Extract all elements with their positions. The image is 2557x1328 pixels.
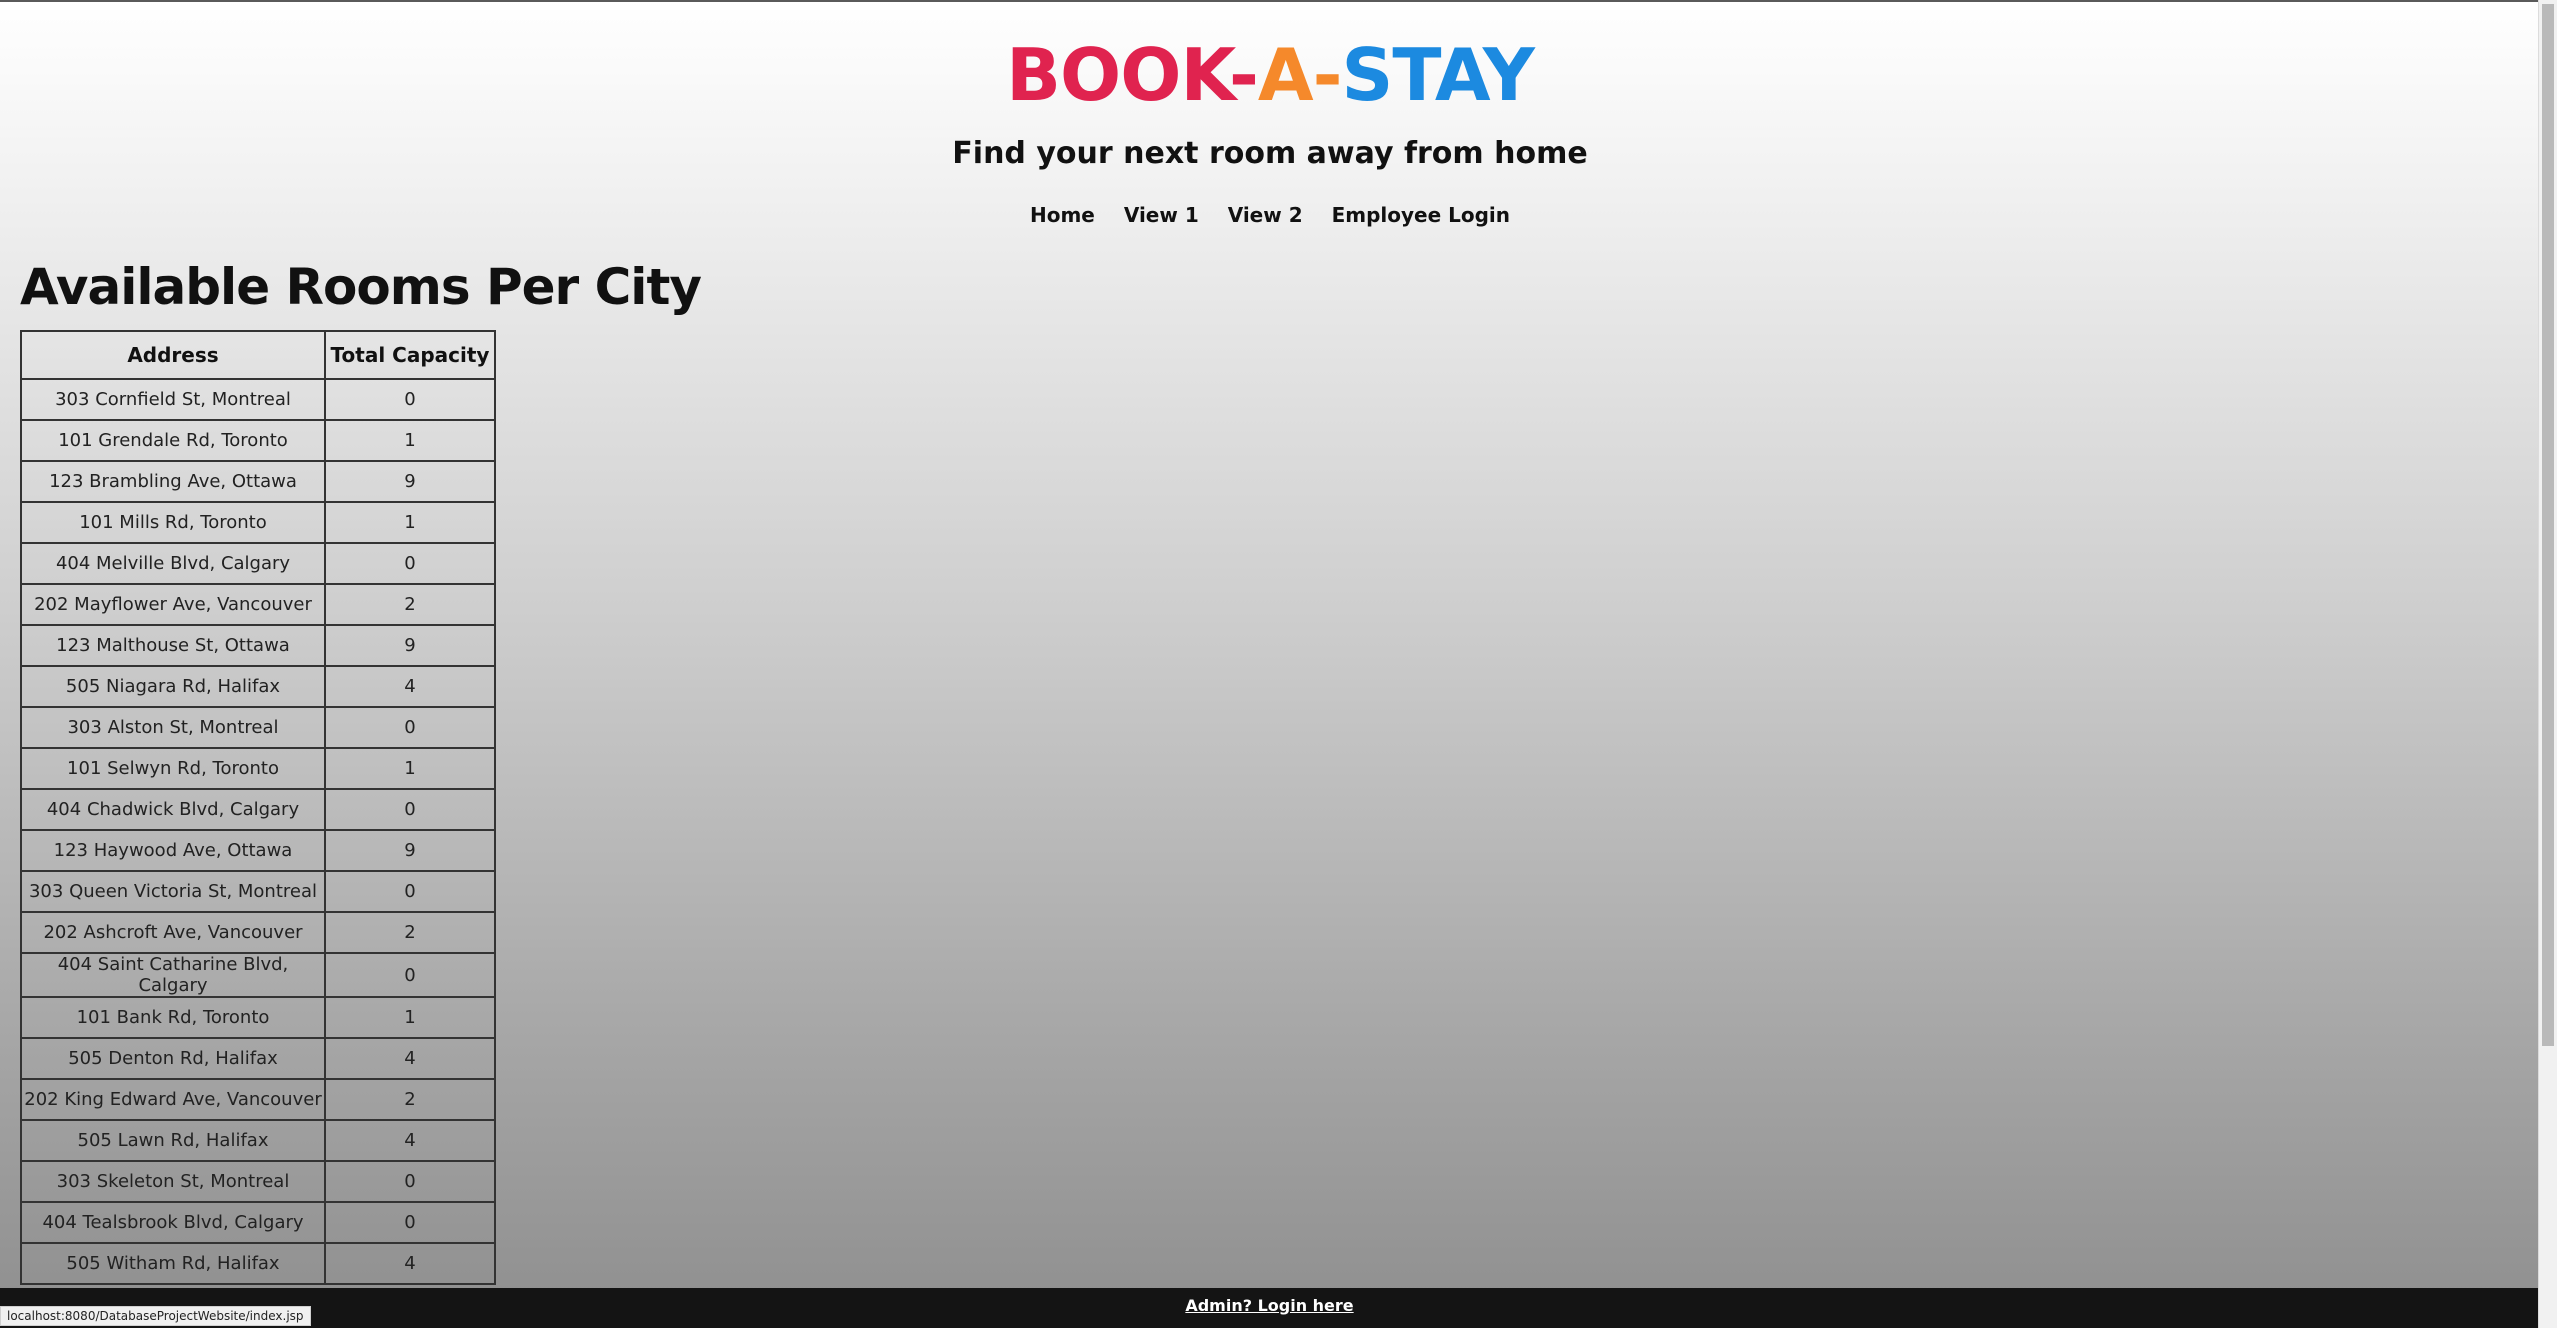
- cell-total-capacity: 0: [324, 788, 496, 831]
- cell-address: 404 Tealsbrook Blvd, Calgary: [20, 1201, 326, 1244]
- cell-total-capacity: 2: [324, 583, 496, 626]
- table-row: 123 Brambling Ave, Ottawa 9: [20, 460, 496, 503]
- tagline: Find your next room away from home: [952, 136, 1588, 171]
- page-title: Available Rooms Per City: [20, 258, 702, 316]
- table-row: 123 Haywood Ave, Ottawa 9: [20, 829, 496, 872]
- rooms-table: Address Total Capacity 303 Cornfield St,…: [20, 330, 496, 1285]
- cell-total-capacity: 4: [324, 1242, 496, 1285]
- cell-total-capacity: 4: [324, 665, 496, 708]
- table-row: 101 Mills Rd, Toronto 1: [20, 501, 496, 544]
- cell-address: 202 King Edward Ave, Vancouver: [20, 1078, 326, 1121]
- cell-total-capacity: 4: [324, 1119, 496, 1162]
- status-bar-url: localhost:8080/DatabaseProjectWebsite/in…: [0, 1306, 311, 1326]
- nav-link-home[interactable]: Home: [1030, 203, 1095, 227]
- cell-address: 101 Bank Rd, Toronto: [20, 996, 326, 1039]
- cell-address: 303 Queen Victoria St, Montreal: [20, 870, 326, 913]
- cell-address: 303 Cornfield St, Montreal: [20, 378, 326, 421]
- cell-address: 505 Niagara Rd, Halifax: [20, 665, 326, 708]
- cell-address: 123 Malthouse St, Ottawa: [20, 624, 326, 667]
- table-row: 202 Mayflower Ave, Vancouver 2: [20, 583, 496, 626]
- cell-total-capacity: 2: [324, 911, 496, 954]
- rooms-table-container: Address Total Capacity 303 Cornfield St,…: [20, 330, 498, 1286]
- cell-address: 303 Alston St, Montreal: [20, 706, 326, 749]
- table-row: 404 Chadwick Blvd, Calgary 0: [20, 788, 496, 831]
- table-row: 303 Skeleton St, Montreal 0: [20, 1160, 496, 1203]
- nav-link-view-1[interactable]: View 1: [1124, 203, 1199, 227]
- site-logo[interactable]: BOOK-A-STAY: [0, 30, 2540, 120]
- nav-link-employee-login[interactable]: Employee Login: [1332, 203, 1510, 227]
- logo-part-a: A-: [1257, 33, 1343, 117]
- cell-total-capacity: 1: [324, 501, 496, 544]
- table-row: 505 Witham Rd, Halifax 4: [20, 1242, 496, 1285]
- column-header-address: Address: [20, 330, 326, 380]
- cell-total-capacity: 4: [324, 1037, 496, 1080]
- cell-address: 123 Haywood Ave, Ottawa: [20, 829, 326, 872]
- cell-total-capacity: 0: [324, 1160, 496, 1203]
- cell-total-capacity: 0: [324, 870, 496, 913]
- cell-total-capacity: 0: [324, 378, 496, 421]
- cell-total-capacity: 0: [324, 952, 496, 998]
- table-row: 202 Ashcroft Ave, Vancouver 2: [20, 911, 496, 954]
- cell-address: 101 Grendale Rd, Toronto: [20, 419, 326, 462]
- cell-total-capacity: 9: [324, 829, 496, 872]
- cell-total-capacity: 1: [324, 419, 496, 462]
- table-row: 101 Grendale Rd, Toronto 1: [20, 419, 496, 462]
- cell-address: 505 Witham Rd, Halifax: [20, 1242, 326, 1285]
- table-body: 303 Cornfield St, Montreal 0 101 Grendale …: [20, 378, 496, 1285]
- window-top-border: [0, 0, 2557, 2]
- cell-total-capacity: 0: [324, 706, 496, 749]
- scrollbar-thumb[interactable]: [2542, 4, 2554, 1046]
- table-row: 404 Saint Catharine Blvd, Calgary 0: [20, 952, 496, 998]
- table-row: 505 Niagara Rd, Halifax 4: [20, 665, 496, 708]
- cell-address: 404 Chadwick Blvd, Calgary: [20, 788, 326, 831]
- table-row: 202 King Edward Ave, Vancouver 2: [20, 1078, 496, 1121]
- cell-address: 404 Melville Blvd, Calgary: [20, 542, 326, 585]
- table-header-row: Address Total Capacity: [20, 330, 496, 380]
- cell-address: 202 Ashcroft Ave, Vancouver: [20, 911, 326, 954]
- cell-total-capacity: 0: [324, 542, 496, 585]
- table-row: 505 Denton Rd, Halifax 4: [20, 1037, 496, 1080]
- cell-total-capacity: 2: [324, 1078, 496, 1121]
- cell-total-capacity: 1: [324, 747, 496, 790]
- cell-address: 202 Mayflower Ave, Vancouver: [20, 583, 326, 626]
- cell-address: 101 Mills Rd, Toronto: [20, 501, 326, 544]
- table-row: 404 Melville Blvd, Calgary 0: [20, 542, 496, 585]
- table-row: 303 Queen Victoria St, Montreal 0: [20, 870, 496, 913]
- cell-address: 404 Saint Catharine Blvd, Calgary: [20, 952, 326, 998]
- table-row: 505 Lawn Rd, Halifax 4: [20, 1119, 496, 1162]
- main-nav: Home View 1 View 2 Employee Login: [0, 203, 2540, 227]
- table-row: 303 Alston St, Montreal 0: [20, 706, 496, 749]
- table-row: 101 Bank Rd, Toronto 1: [20, 996, 496, 1039]
- page-scrollbar[interactable]: [2538, 0, 2557, 1328]
- nav-link-view-2[interactable]: View 2: [1228, 203, 1303, 227]
- table-row: 101 Selwyn Rd, Toronto 1: [20, 747, 496, 790]
- table-row: 303 Cornfield St, Montreal 0: [20, 378, 496, 421]
- cell-address: 123 Brambling Ave, Ottawa: [20, 460, 326, 503]
- cell-total-capacity: 9: [324, 624, 496, 667]
- logo-part-stay: STAY: [1341, 33, 1534, 117]
- column-header-total-capacity: Total Capacity: [324, 330, 496, 380]
- table-row: 404 Tealsbrook Blvd, Calgary 0: [20, 1201, 496, 1244]
- cell-total-capacity: 9: [324, 460, 496, 503]
- table-row: 123 Malthouse St, Ottawa 9: [20, 624, 496, 667]
- admin-login-link[interactable]: Admin? Login here: [0, 1296, 2539, 1315]
- cell-total-capacity: 0: [324, 1201, 496, 1244]
- cell-total-capacity: 1: [324, 996, 496, 1039]
- cell-address: 505 Denton Rd, Halifax: [20, 1037, 326, 1080]
- cell-address: 101 Selwyn Rd, Toronto: [20, 747, 326, 790]
- logo-part-book: BOOK-: [1006, 33, 1259, 117]
- cell-address: 505 Lawn Rd, Halifax: [20, 1119, 326, 1162]
- cell-address: 303 Skeleton St, Montreal: [20, 1160, 326, 1203]
